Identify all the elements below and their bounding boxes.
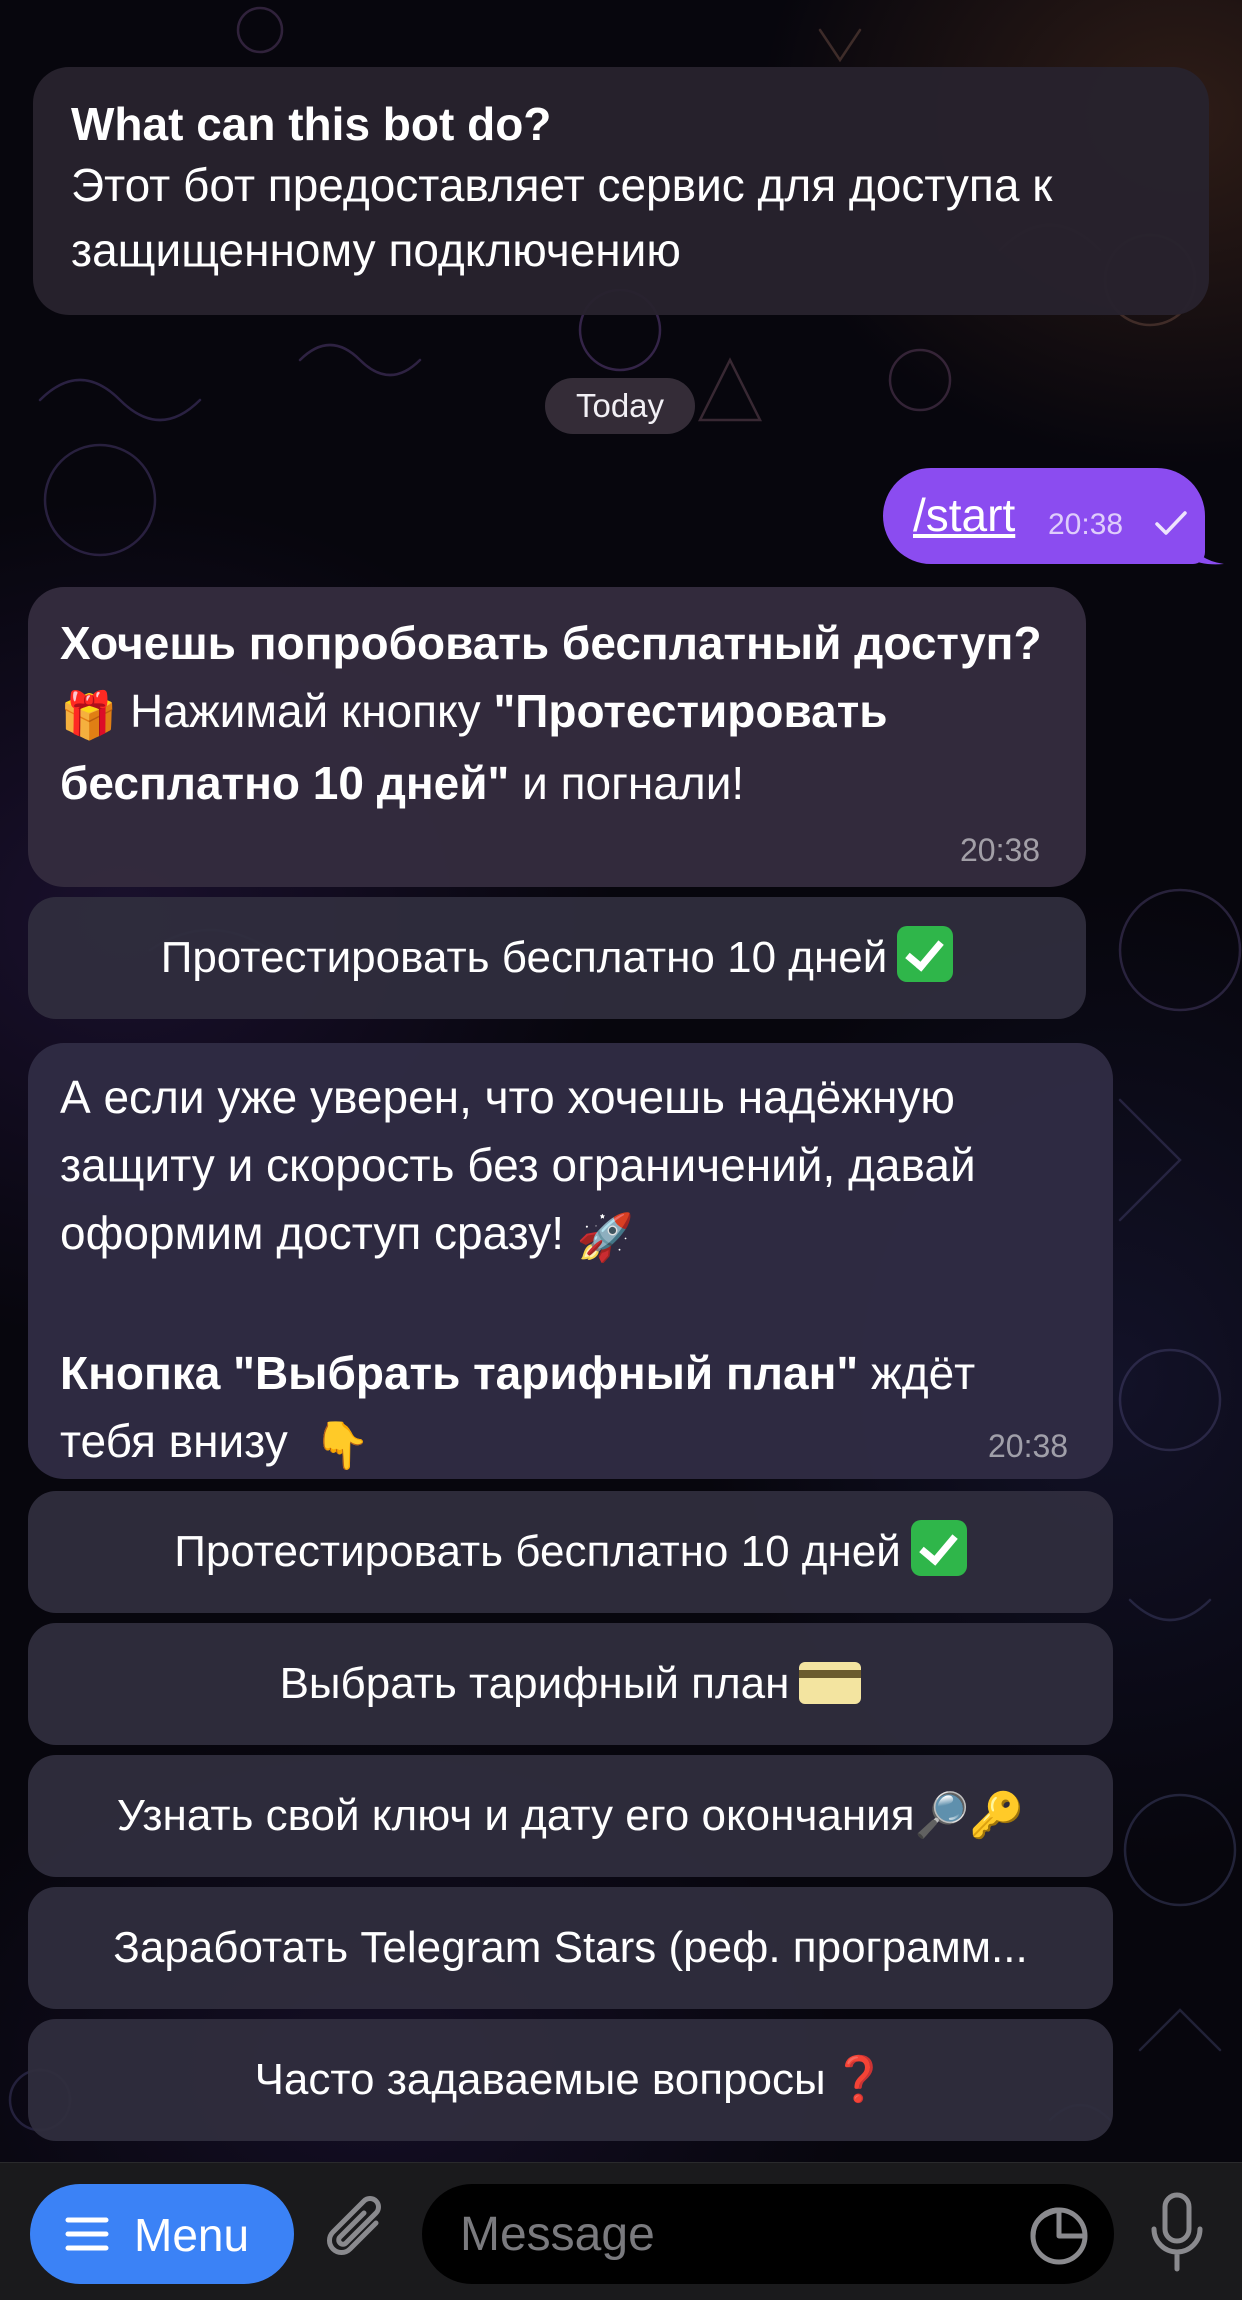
menu-button[interactable]: Menu (30, 2184, 294, 2284)
button-label: Протестировать бесплатно 10 дней (160, 933, 888, 982)
message-text: А если уже уверен, что хочешь надёжную з… (60, 1071, 976, 1259)
sticker-icon[interactable] (1028, 2205, 1090, 2267)
bot-description-title: What can this bot do? (71, 98, 552, 150)
start-command-link[interactable]: /start (913, 488, 1015, 542)
trial-button[interactable]: Протестировать бесплатно 10 дней (28, 897, 1086, 1019)
button-label: Узнать свой ключ и дату его окончания (116, 1791, 915, 1840)
search-key-icon: 🔎🔑 (914, 1791, 1025, 1840)
question-mark-icon: ❓ (831, 2055, 887, 2104)
message-body: А если уже уверен, что хочешь надёжную з… (60, 1063, 1081, 1479)
message-bold-text: Хочешь попробовать бесплатный доступ? (60, 617, 1042, 669)
message-input-bar: Menu (0, 2162, 1242, 2300)
rocket-icon: 🚀 (576, 1210, 635, 1263)
bubble-tail (1188, 538, 1224, 565)
bot-description-card: What can this bot do? Этот бот предостав… (33, 67, 1209, 315)
check-mark-icon (910, 1520, 967, 1576)
bot-message-plans: А если уже уверен, что хочешь надёжную з… (28, 1043, 1113, 1479)
message-text: Нажимай кнопку (117, 685, 494, 737)
credit-card-icon (799, 1662, 862, 1704)
button-label: Часто задаваемые вопросы (254, 2055, 826, 2104)
menu-label: Menu (134, 2209, 250, 2261)
bot-description-text: Этот бот предоставляет сервис для доступ… (71, 159, 1053, 276)
paperclip-icon[interactable] (320, 2193, 396, 2273)
referral-stars-button[interactable]: Заработать Telegram Stars (реф. программ… (28, 1887, 1113, 2009)
keyboard-trial-button[interactable]: Протестировать бесплатно 10 дней (28, 1491, 1113, 1613)
read-check-icon (1155, 511, 1187, 535)
message-body: Хочешь попробовать бесплатный доступ? 🎁 … (60, 609, 1054, 817)
button-label: Заработать Telegram Stars (реф. программ… (113, 1923, 1028, 1972)
bot-message-free-trial: Хочешь попробовать бесплатный доступ? 🎁 … (28, 587, 1086, 887)
outgoing-message: /start 20:38 (883, 468, 1205, 564)
message-bold-text: Кнопка "Выбрать тарифный план" (60, 1346, 859, 1399)
check-key-button[interactable]: Узнать свой ключ и дату его окончания🔎🔑 (28, 1755, 1113, 1877)
choose-plan-button[interactable]: Выбрать тарифный план (28, 1623, 1113, 1745)
message-text: и погнали! (509, 756, 745, 809)
message-input[interactable] (422, 2184, 1114, 2284)
date-separator: Today (545, 378, 695, 434)
faq-button[interactable]: Часто задаваемые вопросы ❓ (28, 2019, 1113, 2141)
message-time: 20:38 (1048, 508, 1124, 541)
message-time: 20:38 (988, 1428, 1069, 1464)
menu-icon (65, 2217, 109, 2251)
pointing-down-icon: 👇 (313, 1418, 371, 1471)
microphone-icon[interactable] (1146, 2191, 1208, 2275)
button-label: Протестировать бесплатно 10 дней (174, 1527, 901, 1576)
check-mark-icon (897, 926, 954, 982)
button-label: Выбрать тарифный план (279, 1659, 790, 1708)
message-time: 20:38 (960, 832, 1041, 868)
gift-icon: 🎁 (60, 688, 118, 741)
